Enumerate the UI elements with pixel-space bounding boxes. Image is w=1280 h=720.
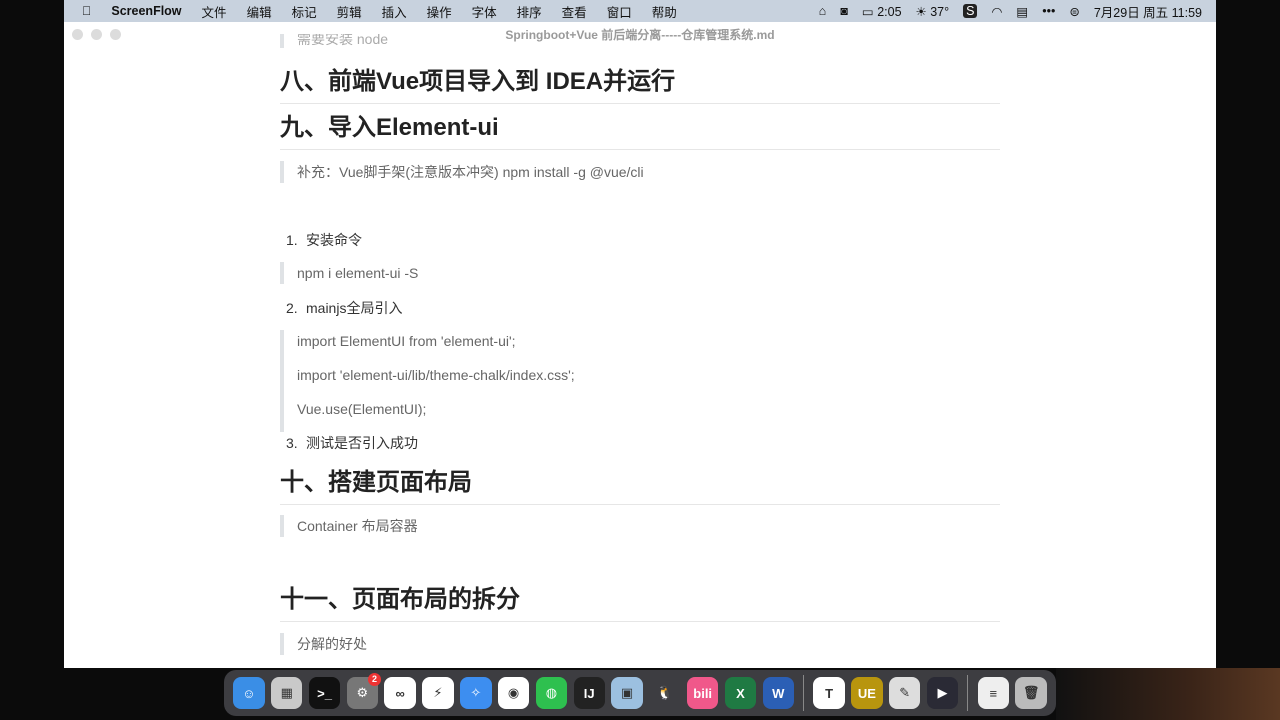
menu-item[interactable]: 排序 xyxy=(507,2,552,21)
sogou-icon[interactable]: S xyxy=(963,4,978,18)
launchpad-icon[interactable]: ▦ xyxy=(271,677,303,709)
preview-icon[interactable]: ▣ xyxy=(611,677,643,709)
chrome-icon[interactable]: ◉ xyxy=(497,677,530,709)
battery-time: 2:05 xyxy=(877,4,902,19)
menu-item[interactable]: 剪辑 xyxy=(327,2,372,21)
display-icon[interactable]: ▤ xyxy=(1016,4,1028,19)
cut-blockquote: 需要安装 node xyxy=(280,34,1000,48)
apple-icon[interactable]:  xyxy=(64,4,101,18)
feishu-icon[interactable]: ⚡ xyxy=(422,677,454,709)
baidu-netdisk-icon[interactable]: ∞ xyxy=(384,677,416,709)
typora-window: Springboot+Vue 前后端分离-----仓库管理系统.md 需要安装 … xyxy=(64,22,1216,668)
list-item: 1. 安装命令 xyxy=(286,232,362,248)
icon-glyph: ⚡ xyxy=(433,685,443,700)
icon-glyph: ∞ xyxy=(395,685,405,701)
icon-glyph: ▣ xyxy=(620,685,634,700)
camera-icon[interactable]: ◙ xyxy=(840,4,848,18)
trash-icon[interactable]: 🗑 xyxy=(1015,677,1047,709)
blockquote-code: import ElementUI from 'element-ui'; impo… xyxy=(280,330,1000,432)
icon-glyph: bili xyxy=(693,685,713,701)
code-line: import 'element-ui/lib/theme-chalk/index… xyxy=(297,367,575,383)
code-line: Vue.use(ElementUI); xyxy=(297,401,427,417)
icon-glyph: W xyxy=(772,685,785,701)
menu-app-name[interactable]: ScreenFlow xyxy=(101,4,191,18)
document-icon[interactable]: ≡ xyxy=(977,677,1010,709)
icon-glyph: T xyxy=(825,685,834,701)
terminal-icon[interactable]: >_ xyxy=(308,677,341,709)
icon-glyph: ✧ xyxy=(470,685,482,700)
heading-9: 九、导入Element-ui xyxy=(280,112,1000,150)
clock[interactable]: 7月29日 周五 11:59 xyxy=(1094,2,1202,21)
battery-icon[interactable]: ▭ 2:05 xyxy=(862,4,902,19)
menu-bar:  ScreenFlow 文件编辑标记剪辑插入操作字体排序查看窗口帮助 ⌂ ◙ … xyxy=(64,0,1216,22)
intellij-idea-icon[interactable]: IJ xyxy=(573,677,605,709)
blockquote: npm i element-ui -S xyxy=(280,262,1000,284)
dock-separator xyxy=(803,675,805,711)
menu-item[interactable]: 帮助 xyxy=(642,2,687,21)
heading-10: 十、搭建页面布局 xyxy=(280,467,1000,505)
icon-glyph: 🐧 xyxy=(656,685,673,700)
icon-glyph: ▦ xyxy=(280,685,293,700)
menu-item[interactable]: 字体 xyxy=(462,2,507,21)
dock: ☺ ▦ >_ ⚙ 2 ∞ ⚡ ✧ ◉ ◍ IJ ▣ 🐧 bili X W T UE ✎ ▶ ≡ 🗑 xyxy=(224,670,1056,716)
control-center-icon[interactable]: ⊜ xyxy=(1069,4,1079,19)
list-item: 2. mainjs全局引入 xyxy=(286,300,403,316)
icon-glyph: ◍ xyxy=(545,685,558,700)
icon-glyph: ▶ xyxy=(937,685,948,700)
icon-glyph: IJ xyxy=(583,685,595,701)
menu-item[interactable]: 文件 xyxy=(192,2,237,21)
excel-icon[interactable]: X xyxy=(724,677,757,709)
list-item: 3. 测试是否引入成功 xyxy=(286,435,418,451)
menu-item[interactable]: 编辑 xyxy=(237,2,282,21)
bilibili-icon[interactable]: bili xyxy=(686,677,719,709)
status-icon[interactable]: ⌂ xyxy=(819,4,827,18)
blockquote: 分解的好处 xyxy=(280,633,1000,655)
code-line: import ElementUI from 'element-ui'; xyxy=(297,333,516,349)
more-icon[interactable]: ••• xyxy=(1042,4,1055,18)
photo-slideshow-icon[interactable]: ✎ xyxy=(888,677,921,709)
dock-separator xyxy=(967,675,969,711)
menu-item[interactable]: 插入 xyxy=(372,2,417,21)
ultraedit-icon[interactable]: UE xyxy=(851,677,883,709)
weather-icon[interactable]: ☀ 37° xyxy=(916,4,950,19)
typora-icon[interactable]: T xyxy=(813,677,845,709)
word-icon[interactable]: W xyxy=(762,677,794,709)
wechat-icon[interactable]: ◍ xyxy=(535,677,568,709)
menu-item[interactable]: 窗口 xyxy=(597,2,642,21)
menu-item[interactable]: 标记 xyxy=(282,2,327,21)
screenflow-icon[interactable]: ▶ xyxy=(926,677,959,709)
notification-badge: 2 xyxy=(368,673,382,686)
heading-11: 十一、页面布局的拆分 xyxy=(280,584,1000,622)
icon-glyph: ◉ xyxy=(507,685,520,700)
safari-icon[interactable]: ✧ xyxy=(460,677,492,709)
icon-glyph: >_ xyxy=(317,685,332,701)
wifi-icon[interactable]: ◠ xyxy=(991,4,1002,19)
icon-glyph: X xyxy=(736,685,745,701)
icon-glyph: ≡ xyxy=(989,685,998,701)
desktop-wallpaper xyxy=(1056,668,1280,720)
icon-glyph: UE xyxy=(857,685,876,701)
icon-glyph: ✎ xyxy=(899,685,911,700)
finder-icon[interactable]: ☺ xyxy=(233,677,265,709)
icon-glyph: ☺ xyxy=(242,685,256,701)
blockquote: 补充：Vue脚手架(注意版本冲突) npm install -g @vue/cl… xyxy=(280,161,1000,183)
menu-item[interactable]: 查看 xyxy=(552,2,597,21)
menu-item[interactable]: 操作 xyxy=(417,2,462,21)
qq-icon[interactable]: 🐧 xyxy=(649,677,680,709)
icon-glyph: ⚙ xyxy=(356,685,369,700)
temperature: 37° xyxy=(930,4,950,19)
blockquote: Container 布局容器 xyxy=(280,515,1000,537)
icon-glyph: 🗑 xyxy=(1022,685,1040,700)
system-preferences-icon[interactable]: ⚙ 2 xyxy=(346,673,382,709)
heading-8: 八、前端Vue项目导入到 IDEA并运行 xyxy=(280,66,1000,104)
